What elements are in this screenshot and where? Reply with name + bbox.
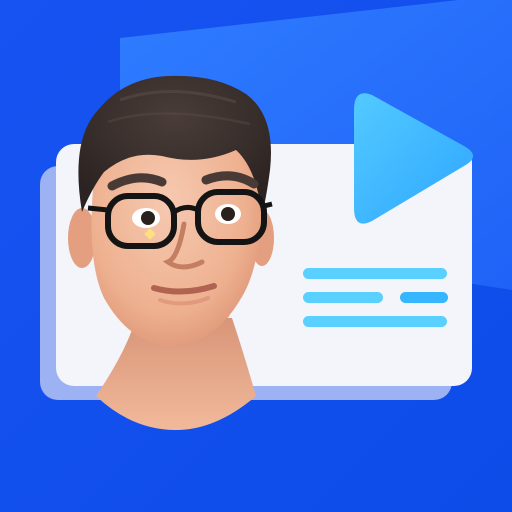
- text-line: [303, 268, 447, 279]
- icon-artwork: [0, 0, 512, 512]
- text-line: [303, 292, 383, 303]
- app-icon: [0, 0, 512, 512]
- text-lines: [303, 268, 448, 327]
- text-line: [303, 316, 447, 327]
- text-line-accent: [400, 292, 448, 303]
